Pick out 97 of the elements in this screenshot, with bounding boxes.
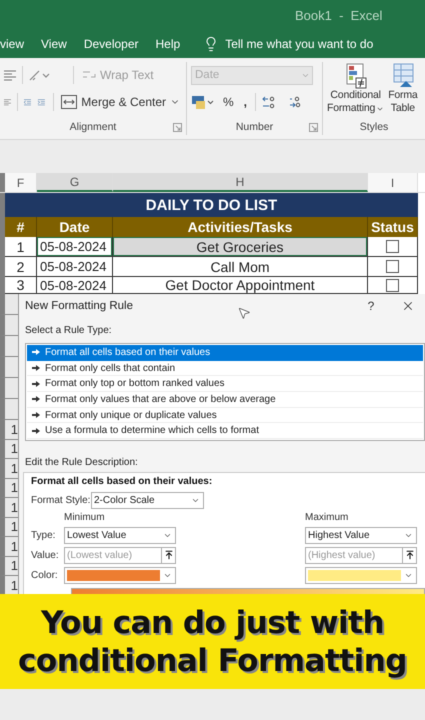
rule-type-item[interactable]: Format only cells that contain xyxy=(27,360,423,376)
section-label: Select a Rule Type: xyxy=(24,325,112,336)
column-header[interactable]: G xyxy=(37,173,113,192)
mouse-pointer-icon xyxy=(237,306,251,320)
arrow-icon xyxy=(32,428,40,434)
percent-button[interactable]: % xyxy=(221,92,236,112)
caption-text: You can do just with xyxy=(40,604,384,642)
color-select[interactable] xyxy=(64,566,176,584)
table-cell: Get Doctor Appointment xyxy=(113,277,368,294)
table-cell: 2 xyxy=(5,257,37,277)
column-label: Maximum xyxy=(305,512,350,523)
column-heading: Activities/Tasks xyxy=(113,217,368,237)
table-cell: Call Mom xyxy=(113,257,368,277)
conditional-formatting-icon xyxy=(344,63,367,89)
comma-button[interactable]: , xyxy=(242,92,250,112)
rule-type-item[interactable]: Format only unique or duplicate values xyxy=(27,408,423,424)
arrow-up-icon xyxy=(404,550,414,560)
column-heading: Date xyxy=(37,217,113,237)
table-cell: 05-08-2024 xyxy=(37,237,113,257)
arrow-icon xyxy=(32,412,40,418)
ribbon-tab[interactable]: Developer xyxy=(84,37,139,51)
status-checkbox[interactable] xyxy=(386,240,399,253)
row-header[interactable]: 1 xyxy=(0,537,18,556)
field-label: Value: xyxy=(31,550,60,560)
range-picker-button[interactable] xyxy=(403,546,417,564)
dialog-launcher-icon[interactable] xyxy=(173,123,182,132)
field-label: Color: xyxy=(31,570,59,580)
rule-type-item[interactable]: Format only values that are above or below average xyxy=(27,392,423,408)
format-as-table-button[interactable]: Forma Table xyxy=(388,63,418,119)
table-cell: 3 xyxy=(5,277,37,294)
dialog-title: New Formatting Rule xyxy=(25,300,134,312)
arrow-icon xyxy=(32,365,40,371)
row-header[interactable] xyxy=(0,336,18,357)
row-header[interactable]: 1 xyxy=(0,459,18,478)
row-header[interactable] xyxy=(0,315,18,336)
conditional-formatting-button[interactable]: Conditional Formatting xyxy=(327,63,384,119)
decimal-icons[interactable] xyxy=(262,95,302,109)
table-cell: Get Groceries xyxy=(113,237,368,257)
table-cell: 1 xyxy=(5,237,37,257)
color-select[interactable] xyxy=(305,566,417,584)
value-field[interactable]: (Lowest value) xyxy=(64,546,162,564)
arrow-icon xyxy=(32,380,40,387)
row-header[interactable] xyxy=(0,357,18,378)
type-select[interactable]: Lowest Value xyxy=(64,526,176,544)
panel-heading: Format all cells based on their values: xyxy=(31,476,214,489)
align-icon[interactable] xyxy=(4,69,16,81)
window-title: Book1 - Excel xyxy=(295,8,382,22)
dialog-launcher-icon[interactable] xyxy=(309,123,318,132)
row-header[interactable] xyxy=(0,378,18,399)
format-style-select[interactable]: 2-Color Scale xyxy=(91,492,204,508)
rule-type-item[interactable]: Format only top or bottom ranked values xyxy=(27,376,423,392)
rule-type-item[interactable]: Use a formula to determine which cells to format xyxy=(27,423,423,440)
field-label: Type: xyxy=(31,530,56,540)
table-title: DAILY TO DO LIST xyxy=(5,193,418,217)
column-label: Minimum xyxy=(64,512,106,523)
column-header[interactable]: F xyxy=(5,173,37,192)
text-orientation-icon[interactable] xyxy=(29,69,51,81)
column-header[interactable]: H xyxy=(113,173,368,192)
group-label: Number xyxy=(236,121,274,133)
field-label: Format Style: xyxy=(31,494,91,506)
status-checkbox[interactable] xyxy=(386,278,399,292)
arrow-up-icon xyxy=(164,550,174,560)
status-checkbox[interactable] xyxy=(386,260,399,273)
currency-icon[interactable] xyxy=(191,94,215,110)
merge-icon xyxy=(61,95,78,109)
table-cell: 05-08-2024 xyxy=(37,277,113,294)
table-icon xyxy=(392,63,414,89)
ribbon-tab[interactable]: Help xyxy=(156,37,180,51)
arrow-icon xyxy=(32,349,40,356)
ribbon-tab[interactable]: view xyxy=(0,37,24,51)
type-select[interactable]: Highest Value xyxy=(305,526,417,544)
section-label: Edit the Rule Description: xyxy=(24,457,138,468)
table-cell: 05-08-2024 xyxy=(37,257,113,277)
arrow-icon xyxy=(32,396,40,402)
column-heading: # xyxy=(5,217,37,237)
row-header[interactable] xyxy=(0,294,18,315)
column-header[interactable]: I xyxy=(368,173,418,192)
tell-me-search[interactable]: Tell me what you want to do xyxy=(225,37,374,51)
row-header[interactable]: 1 xyxy=(0,576,18,596)
merge-center-button[interactable]: Merge & Center xyxy=(59,92,182,112)
row-header[interactable]: 1 xyxy=(0,518,18,537)
group-label: Alignment xyxy=(70,121,116,133)
rule-type-item[interactable]: Format all cells based on their values xyxy=(27,345,423,361)
row-header[interactable]: 1 xyxy=(0,420,18,440)
row-header[interactable] xyxy=(0,399,18,420)
row-header[interactable]: 1 xyxy=(0,440,18,459)
row-header[interactable]: 1 xyxy=(0,556,18,576)
range-picker-button[interactable] xyxy=(162,546,176,564)
caption-text: conditional Formatting xyxy=(18,642,407,680)
value-field[interactable]: (Highest value) xyxy=(305,546,403,564)
group-label: Styles xyxy=(360,121,388,133)
row-header[interactable]: 1 xyxy=(0,498,18,518)
help-button[interactable]: ? xyxy=(351,298,391,314)
ribbon-tab[interactable]: View xyxy=(41,37,67,51)
close-icon xyxy=(401,299,415,313)
column-heading: Status xyxy=(368,217,418,237)
row-header[interactable]: 1 xyxy=(0,478,18,498)
